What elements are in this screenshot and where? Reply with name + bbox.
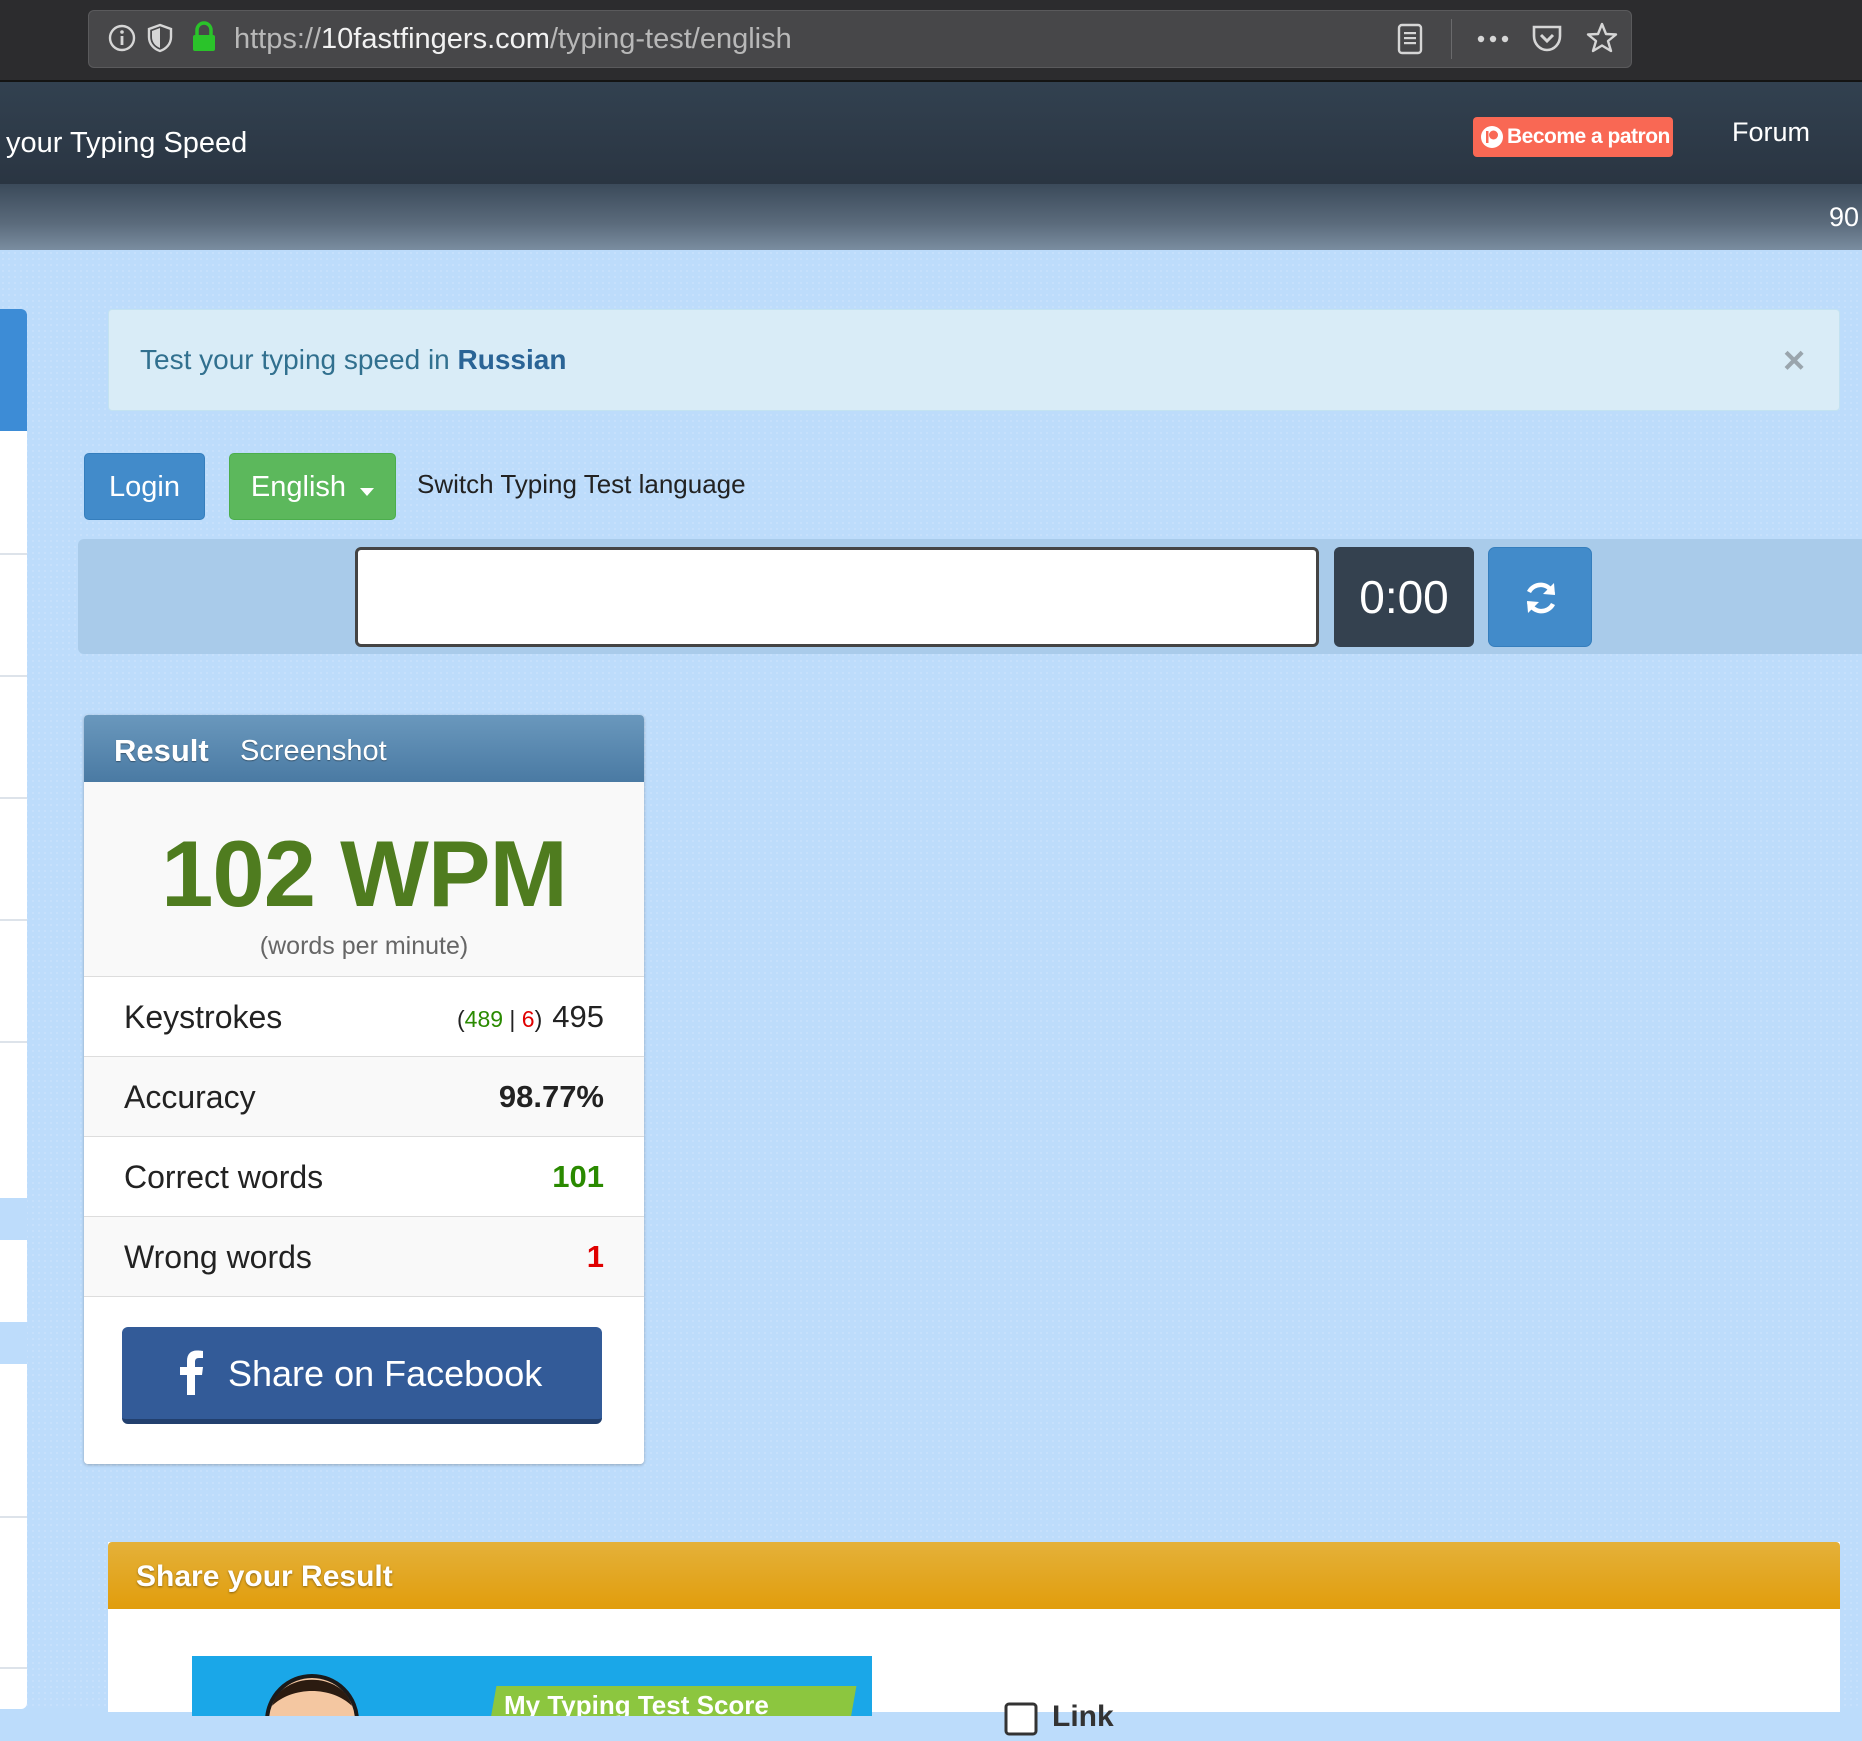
restart-button[interactable]: [1488, 547, 1592, 647]
sidebar-panel: [0, 309, 27, 1709]
site-header: your Typing Speed Become a patron Forum: [0, 82, 1862, 185]
keystrokes-row: Keystrokes (489 | 6) 495: [84, 976, 644, 1056]
sidebar-active-item[interactable]: [0, 309, 27, 431]
sidebar-divider: [0, 553, 27, 555]
accuracy-value: 98.77%: [498, 1079, 604, 1114]
keystrokes-label: Keystrokes: [124, 999, 283, 1035]
sidebar-divider: [0, 1667, 27, 1669]
keystrokes-value: (489 | 6) 495: [457, 999, 604, 1035]
sidebar-divider: [0, 1041, 27, 1043]
sub-navigation-bar: 90: [0, 184, 1862, 250]
address-bar[interactable]: https://10fastfingers.com/typing-test/en…: [88, 10, 1632, 68]
language-dropdown-button[interactable]: English: [229, 453, 396, 520]
keystrokes-wrong: 6: [521, 1006, 535, 1032]
correct-words-label: Correct words: [124, 1159, 324, 1195]
language-dropdown-label: English: [250, 471, 347, 503]
site-title[interactable]: your Typing Speed: [6, 127, 247, 160]
alert-text: Test your typing speed in Russian: [140, 344, 566, 376]
tab-screenshot[interactable]: Screenshot: [240, 735, 387, 768]
wrong-words-row: Wrong words 1: [84, 1216, 644, 1296]
sidebar-divider: [0, 1516, 27, 1518]
become-patron-button[interactable]: Become a patron: [1473, 117, 1673, 157]
wrong-words-value: 1: [586, 1239, 604, 1274]
url-host: 10fastfingers.com: [321, 23, 550, 55]
share-on-facebook-button[interactable]: Share on Facebook: [122, 1327, 602, 1424]
sidebar-gap: [0, 1198, 27, 1240]
reader-view-icon[interactable]: [1396, 23, 1424, 60]
alert-prefix: Test your typing speed in: [140, 344, 458, 375]
wrong-words-label: Wrong words: [124, 1239, 312, 1275]
accuracy-label: Accuracy: [124, 1079, 256, 1115]
switch-language-text: Switch Typing Test language: [417, 469, 746, 499]
bookmark-star-icon[interactable]: [1585, 21, 1619, 60]
subbar-counter: 90: [1829, 202, 1860, 232]
nav-forum-link[interactable]: Forum: [1732, 117, 1810, 148]
url-text[interactable]: https://10fastfingers.com/typing-test/en…: [234, 23, 792, 56]
sidebar-divider: [0, 797, 27, 799]
russian-language-link[interactable]: Russian: [458, 344, 567, 375]
wpm-section: 102 WPM (words per minute): [84, 782, 644, 976]
correct-words-value: 101: [552, 1159, 604, 1194]
wpm-caption: (words per minute): [259, 932, 469, 960]
character-avatar-icon: [265, 1674, 359, 1716]
typing-input[interactable]: [355, 547, 1319, 647]
caret-down-icon: [360, 455, 375, 522]
sidebar-divider: [0, 919, 27, 921]
login-button[interactable]: Login: [84, 453, 205, 520]
result-panel: Result Screenshot 102 WPM (words per min…: [84, 715, 644, 1464]
keystrokes-separator: |: [503, 1006, 522, 1032]
keystrokes-open-paren: (: [456, 1006, 465, 1032]
result-panel-header: Result Screenshot: [84, 715, 644, 782]
tracking-shield-icon[interactable]: [146, 23, 174, 60]
tab-result[interactable]: Result: [114, 733, 209, 769]
keystrokes-close-paren: ): [534, 1006, 543, 1032]
language-suggestion-alert: Test your typing speed in Russian ×: [108, 309, 1840, 411]
lock-icon[interactable]: [191, 21, 217, 60]
pocket-icon[interactable]: [1531, 23, 1563, 58]
toolbar-divider: [1451, 19, 1452, 59]
refresh-icon: [1521, 578, 1561, 623]
share-result-header: Share your Result: [108, 1542, 1840, 1609]
facebook-icon: [178, 1349, 204, 1400]
correct-words-row: Correct words 101: [84, 1136, 644, 1216]
accuracy-row: Accuracy 98.77%: [84, 1056, 644, 1136]
become-patron-label: Become a patron: [1507, 125, 1670, 148]
keystrokes-correct: 489: [464, 1006, 504, 1032]
close-alert-icon[interactable]: ×: [1783, 340, 1805, 383]
info-icon[interactable]: [107, 23, 137, 60]
facebook-share-row: Share on Facebook: [84, 1296, 644, 1464]
timer-display: 0:00: [1334, 547, 1474, 647]
share-on-facebook-label: Share on Facebook: [228, 1353, 543, 1394]
score-banner-text: My Typing Test Score: [504, 1690, 769, 1716]
more-actions-icon[interactable]: [1475, 25, 1511, 58]
keystrokes-total: 495: [552, 999, 604, 1034]
url-scheme: https://: [234, 23, 322, 55]
url-path: /typing-test/english: [549, 23, 792, 55]
score-badge-image[interactable]: My Typing Test Score: [192, 1656, 872, 1716]
wpm-value: 102 WPM: [161, 821, 568, 926]
sidebar-gap: [0, 1322, 27, 1364]
patreon-icon: [1480, 125, 1504, 154]
share-link-label: Link: [1052, 1700, 1114, 1733]
share-result-title: Share your Result: [136, 1560, 393, 1593]
sidebar-divider: [0, 675, 27, 677]
